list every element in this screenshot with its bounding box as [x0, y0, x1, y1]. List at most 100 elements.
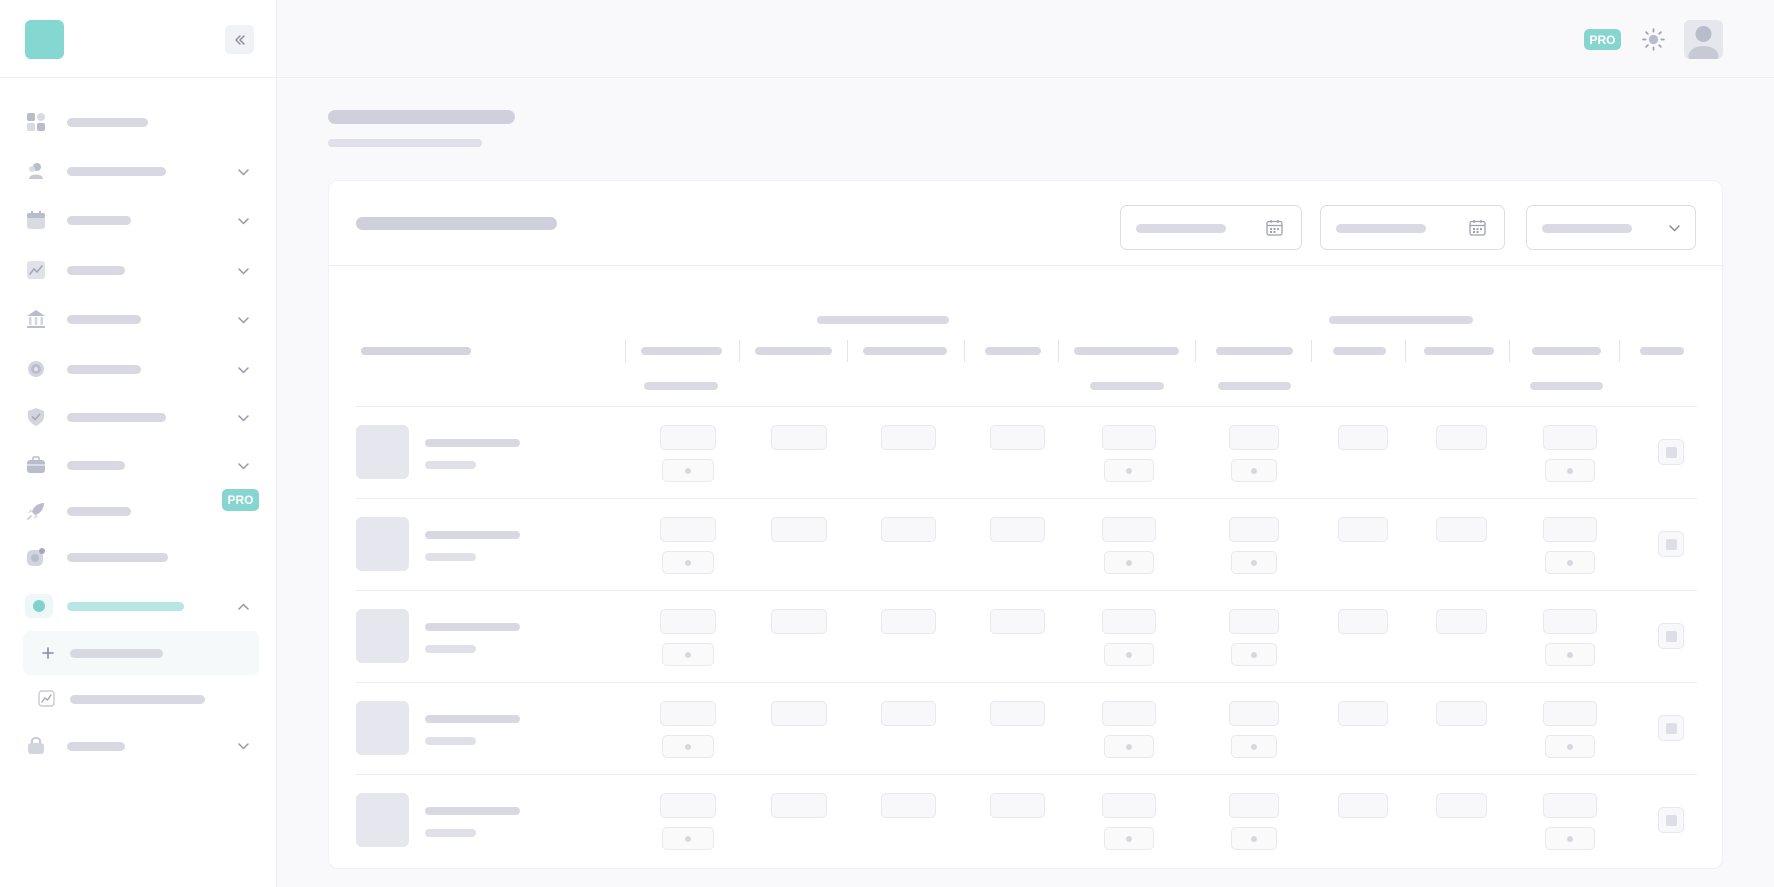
sidebar-item-reports[interactable]	[0, 536, 277, 580]
table-cell	[990, 793, 1045, 818]
briefcase-icon	[25, 454, 47, 476]
sidebar-subitem-chart[interactable]	[23, 677, 259, 721]
column-header[interactable]	[755, 347, 832, 355]
sidebar-collapse-button[interactable]	[225, 25, 254, 54]
status-dot-icon	[685, 835, 691, 842]
row-action-checkbox[interactable]	[1658, 715, 1684, 741]
column-header[interactable]	[1216, 347, 1293, 355]
sidebar-subitem-add[interactable]	[23, 631, 259, 675]
column-header[interactable]	[1424, 347, 1494, 355]
column-header[interactable]	[1640, 347, 1684, 355]
row-action-checkbox[interactable]	[1658, 531, 1684, 557]
checkbox-icon	[1665, 814, 1677, 826]
brand-logo[interactable]	[25, 20, 64, 59]
table-cell-status	[1231, 827, 1277, 850]
chevron-down-icon	[1669, 225, 1680, 232]
column-header[interactable]	[1333, 347, 1386, 355]
sidebar-item-label	[67, 553, 168, 562]
row-subtitle	[425, 737, 476, 745]
table-row[interactable]	[356, 682, 1697, 774]
table-cell	[771, 425, 827, 450]
status-dot-icon	[1251, 559, 1257, 566]
row-thumbnail	[356, 609, 409, 663]
sidebar-item-analytics[interactable]	[0, 249, 277, 293]
sidebar-item-banking[interactable]	[0, 298, 277, 342]
column-subheader	[1530, 382, 1603, 390]
sidebar-item-dashboard[interactable]	[0, 101, 277, 145]
status-dot-icon	[1251, 467, 1257, 474]
chevron-down-icon	[238, 743, 249, 750]
table-row[interactable]	[356, 498, 1697, 590]
column-divider	[1405, 340, 1406, 362]
column-header[interactable]	[641, 347, 722, 355]
row-action-checkbox[interactable]	[1658, 439, 1684, 465]
sidebar-item-work[interactable]	[0, 444, 277, 488]
table-cell-status	[1545, 551, 1595, 574]
table-cell	[881, 793, 936, 818]
column-header[interactable]	[1074, 347, 1179, 355]
table-cell-status	[1231, 735, 1277, 758]
table-cell-status	[662, 735, 714, 758]
users-icon	[25, 160, 47, 182]
table-cell-status	[662, 459, 714, 482]
sidebar-item-label	[67, 602, 184, 611]
sidebar-item-launch[interactable]: PRO	[0, 489, 277, 534]
row-title	[425, 531, 520, 539]
column-subheader	[1218, 382, 1291, 390]
table-cell	[660, 701, 716, 726]
card-title	[356, 217, 557, 230]
row-thumbnail	[356, 517, 409, 571]
column-header[interactable]	[1532, 347, 1601, 355]
user-avatar[interactable]	[1684, 20, 1723, 59]
row-action-checkbox[interactable]	[1658, 623, 1684, 649]
table-row[interactable]	[356, 774, 1697, 866]
table-row[interactable]	[356, 590, 1697, 682]
table-cell	[1102, 701, 1156, 726]
start-date-filter[interactable]	[1120, 205, 1302, 250]
sidebar-subitem-label	[70, 649, 163, 658]
status-dot-icon	[1126, 835, 1132, 842]
table-cell	[1229, 517, 1279, 542]
row-thumbnail	[356, 425, 409, 479]
table-cell-status	[1545, 643, 1595, 666]
table-cell	[1338, 517, 1388, 542]
table-row[interactable]	[356, 406, 1697, 498]
column-divider	[1509, 340, 1510, 362]
sun-icon[interactable]	[1641, 27, 1666, 52]
status-select-filter[interactable]	[1526, 205, 1696, 250]
table-cell	[881, 701, 936, 726]
sidebar-item-security[interactable]	[0, 396, 277, 440]
chevron-down-icon	[238, 268, 249, 275]
sidebar-item-users[interactable]	[0, 150, 277, 194]
column-divider	[1619, 340, 1620, 362]
column-header[interactable]	[863, 347, 947, 355]
sidebar-item-active-group[interactable]	[0, 584, 277, 628]
row-action-checkbox[interactable]	[1658, 807, 1684, 833]
sidebar-item-settings[interactable]	[0, 348, 277, 392]
sidebar-item-label	[67, 365, 141, 374]
table-cell	[1102, 793, 1156, 818]
checkbox-icon	[1665, 722, 1677, 734]
sidebar-item-label	[67, 118, 148, 127]
table-cell-status	[662, 551, 714, 574]
sidebar-item-calendar[interactable]	[0, 199, 277, 243]
row-subtitle	[425, 645, 476, 653]
column-header-name[interactable]	[361, 347, 471, 355]
sidebar-item-label	[67, 216, 131, 225]
table-cell	[1338, 425, 1388, 450]
table-cell-status	[1545, 735, 1595, 758]
dashboard-grid-icon	[25, 111, 47, 133]
table-cell	[1229, 793, 1279, 818]
table-cell	[1102, 517, 1156, 542]
sidebar-item-locked[interactable]	[0, 724, 277, 768]
table-cell-status	[1545, 827, 1595, 850]
column-header[interactable]	[985, 347, 1041, 355]
table-cell	[771, 793, 827, 818]
checkbox-icon	[1665, 446, 1677, 458]
table-cell	[1543, 425, 1597, 450]
status-dot-icon	[685, 559, 691, 566]
header-pro-badge[interactable]: PRO	[1584, 29, 1621, 50]
table-cell	[1338, 793, 1388, 818]
table-cell	[881, 609, 936, 634]
end-date-filter[interactable]	[1320, 205, 1505, 250]
